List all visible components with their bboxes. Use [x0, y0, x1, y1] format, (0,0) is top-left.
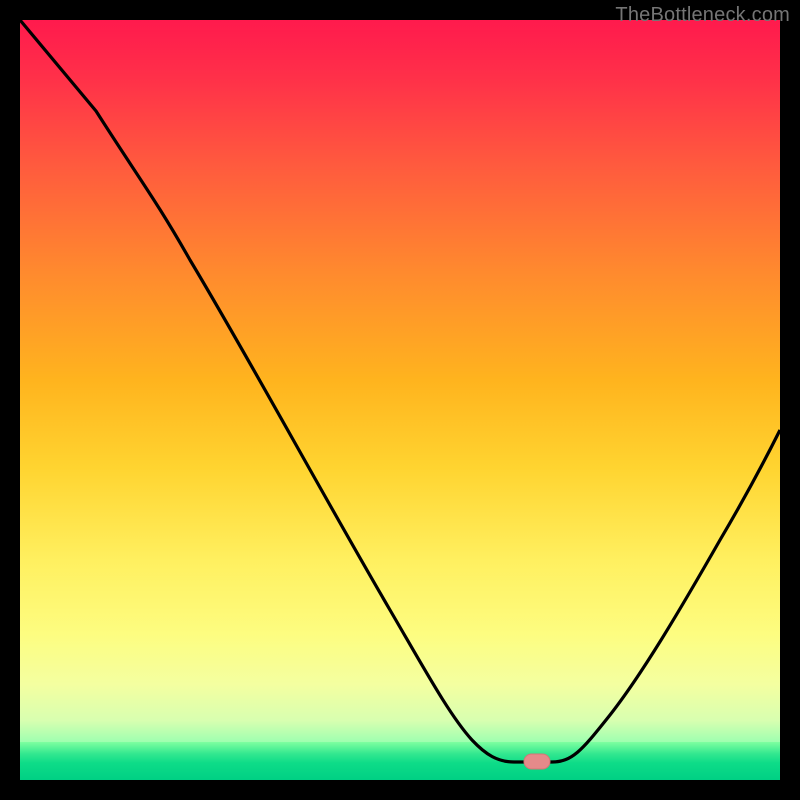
- plot-area: [20, 20, 780, 780]
- chart-frame: TheBottleneck.com: [0, 0, 800, 800]
- curve-layer: [20, 20, 780, 780]
- bottleneck-curve: [20, 20, 780, 762]
- watermark-text: TheBottleneck.com: [615, 4, 790, 27]
- trough-marker: [524, 754, 550, 769]
